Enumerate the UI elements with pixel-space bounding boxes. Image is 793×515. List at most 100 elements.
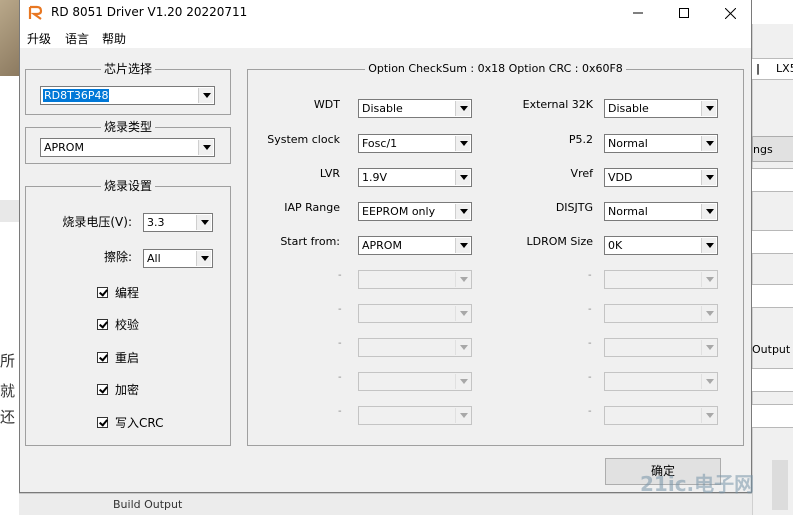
disabled-option-combo bbox=[358, 270, 472, 289]
chevron-down-icon[interactable] bbox=[198, 88, 213, 103]
disjtg-label: DISJTG bbox=[555, 201, 593, 214]
minimize-button[interactable] bbox=[615, 0, 661, 26]
background-output-label: Output F bbox=[752, 343, 793, 356]
start-from-combo[interactable]: APROM bbox=[358, 236, 472, 255]
encrypt-checkbox[interactable] bbox=[97, 384, 108, 395]
menu-bar: 升级 语言 帮助 bbox=[20, 26, 751, 48]
erase-value: All bbox=[147, 252, 161, 265]
vref-label: Vref bbox=[570, 167, 593, 180]
external-32k-combo[interactable]: Disable bbox=[604, 99, 718, 118]
background-field bbox=[752, 284, 793, 308]
disabled-option-label: - bbox=[338, 304, 342, 315]
lvr-combo[interactable]: 1.9V bbox=[358, 168, 472, 187]
chevron-down-icon[interactable] bbox=[455, 101, 470, 116]
chevron-down-icon[interactable] bbox=[701, 204, 716, 219]
chevron-down-icon[interactable] bbox=[196, 251, 211, 266]
disabled-option-combo bbox=[604, 372, 718, 391]
chevron-down-icon[interactable] bbox=[701, 101, 716, 116]
maximize-icon bbox=[679, 8, 689, 18]
chevron-down-icon[interactable] bbox=[701, 170, 716, 185]
chevron-down-icon[interactable] bbox=[701, 136, 716, 151]
app-logo-icon bbox=[28, 5, 43, 20]
voltage-label: 烧录电压(V): bbox=[62, 215, 132, 229]
chevron-down-icon bbox=[701, 340, 716, 355]
iap-range-label: IAP Range bbox=[284, 201, 340, 214]
disabled-option-combo bbox=[604, 338, 718, 357]
lvr-label: LVR bbox=[319, 167, 340, 180]
disabled-option-combo bbox=[358, 406, 472, 425]
vref-value: VDD bbox=[608, 171, 633, 184]
background-tab: | bbox=[756, 62, 761, 75]
system-clock-value: Fosc/1 bbox=[362, 137, 398, 150]
program-checkbox[interactable] bbox=[97, 287, 108, 298]
restart-checkbox[interactable] bbox=[97, 352, 108, 363]
iap-range-value: EEPROM only bbox=[362, 205, 436, 218]
background-text-line: 还 bbox=[0, 408, 16, 426]
chevron-down-icon[interactable] bbox=[196, 215, 211, 230]
ldrom-size-combo[interactable]: 0K bbox=[604, 236, 718, 255]
burn-type-combo[interactable]: APROM bbox=[40, 138, 215, 157]
verify-checkbox[interactable] bbox=[97, 319, 108, 330]
disabled-option-combo bbox=[604, 406, 718, 425]
minimize-icon bbox=[633, 12, 643, 14]
disjtg-combo[interactable]: Normal bbox=[604, 202, 718, 221]
disabled-option-label: - bbox=[588, 372, 592, 383]
program-label: 编程 bbox=[115, 286, 140, 300]
menu-language[interactable]: 语言 bbox=[65, 30, 89, 47]
ldrom-size-label: LDROM Size bbox=[526, 235, 593, 248]
system-clock-label: System clock bbox=[267, 133, 340, 146]
p52-combo[interactable]: Normal bbox=[604, 134, 718, 153]
maximize-button[interactable] bbox=[661, 0, 707, 26]
chevron-down-icon[interactable] bbox=[455, 204, 470, 219]
chevron-down-icon bbox=[455, 306, 470, 321]
wdt-label: WDT bbox=[313, 98, 340, 111]
erase-combo[interactable]: All bbox=[143, 249, 213, 268]
burn-settings-title: 烧录设置 bbox=[100, 179, 155, 193]
chevron-down-icon[interactable] bbox=[455, 170, 470, 185]
background-tab: LX5 bbox=[776, 62, 793, 75]
menu-upgrade[interactable]: 升级 bbox=[27, 30, 51, 47]
disabled-option-combo bbox=[604, 270, 718, 289]
iap-range-combo[interactable]: EEPROM only bbox=[358, 202, 472, 221]
write-crc-label: 写入CRC bbox=[115, 416, 164, 430]
system-clock-combo[interactable]: Fosc/1 bbox=[358, 134, 472, 153]
disabled-option-combo bbox=[358, 372, 472, 391]
wdt-combo[interactable]: Disable bbox=[358, 99, 472, 118]
menu-help[interactable]: 帮助 bbox=[102, 30, 126, 47]
disabled-option-label: - bbox=[588, 270, 592, 281]
chevron-down-icon[interactable] bbox=[455, 238, 470, 253]
disabled-option-label: - bbox=[588, 304, 592, 315]
burn-type-value: APROM bbox=[44, 141, 84, 154]
external-32k-value: Disable bbox=[608, 102, 649, 115]
background-text-line: 所 bbox=[0, 352, 16, 370]
voltage-combo[interactable]: 3.3 bbox=[143, 213, 213, 232]
start-from-value: APROM bbox=[362, 239, 402, 252]
chevron-down-icon bbox=[701, 306, 716, 321]
burn-type-title: 烧录类型 bbox=[100, 120, 155, 134]
options-checksum-title: Option CheckSum : 0x18 Option CRC : 0x60… bbox=[365, 62, 626, 75]
background-settings-button: ngs bbox=[752, 136, 793, 162]
chevron-down-icon[interactable] bbox=[701, 238, 716, 253]
vref-combo[interactable]: VDD bbox=[604, 168, 718, 187]
erase-label: 擦除: bbox=[103, 250, 132, 264]
disabled-option-label: - bbox=[338, 270, 342, 281]
chevron-down-icon bbox=[701, 374, 716, 389]
chip-select-combo[interactable]: RD8T36P48 bbox=[40, 86, 215, 105]
disabled-option-label: - bbox=[588, 338, 592, 349]
chevron-down-icon[interactable] bbox=[455, 136, 470, 151]
title-bar[interactable]: RD 8051 Driver V1.20 20220711 bbox=[20, 0, 751, 26]
external-32k-label: External 32K bbox=[522, 98, 593, 111]
disabled-option-label: - bbox=[338, 372, 342, 383]
restart-label: 重启 bbox=[115, 351, 140, 365]
driver-window: RD 8051 Driver V1.20 20220711 升级 语言 帮助 芯… bbox=[19, 0, 752, 493]
watermark-logo: 21ic.电子网 bbox=[640, 472, 755, 496]
disabled-option-combo bbox=[358, 338, 472, 357]
background-titlebar bbox=[752, 0, 793, 24]
background-text-line: 就 bbox=[0, 382, 16, 400]
background-field bbox=[752, 230, 793, 254]
close-button[interactable] bbox=[707, 0, 753, 26]
chevron-down-icon[interactable] bbox=[198, 140, 213, 155]
write-crc-checkbox[interactable] bbox=[97, 417, 108, 428]
disabled-option-label: - bbox=[338, 406, 342, 417]
chevron-down-icon bbox=[701, 408, 716, 423]
